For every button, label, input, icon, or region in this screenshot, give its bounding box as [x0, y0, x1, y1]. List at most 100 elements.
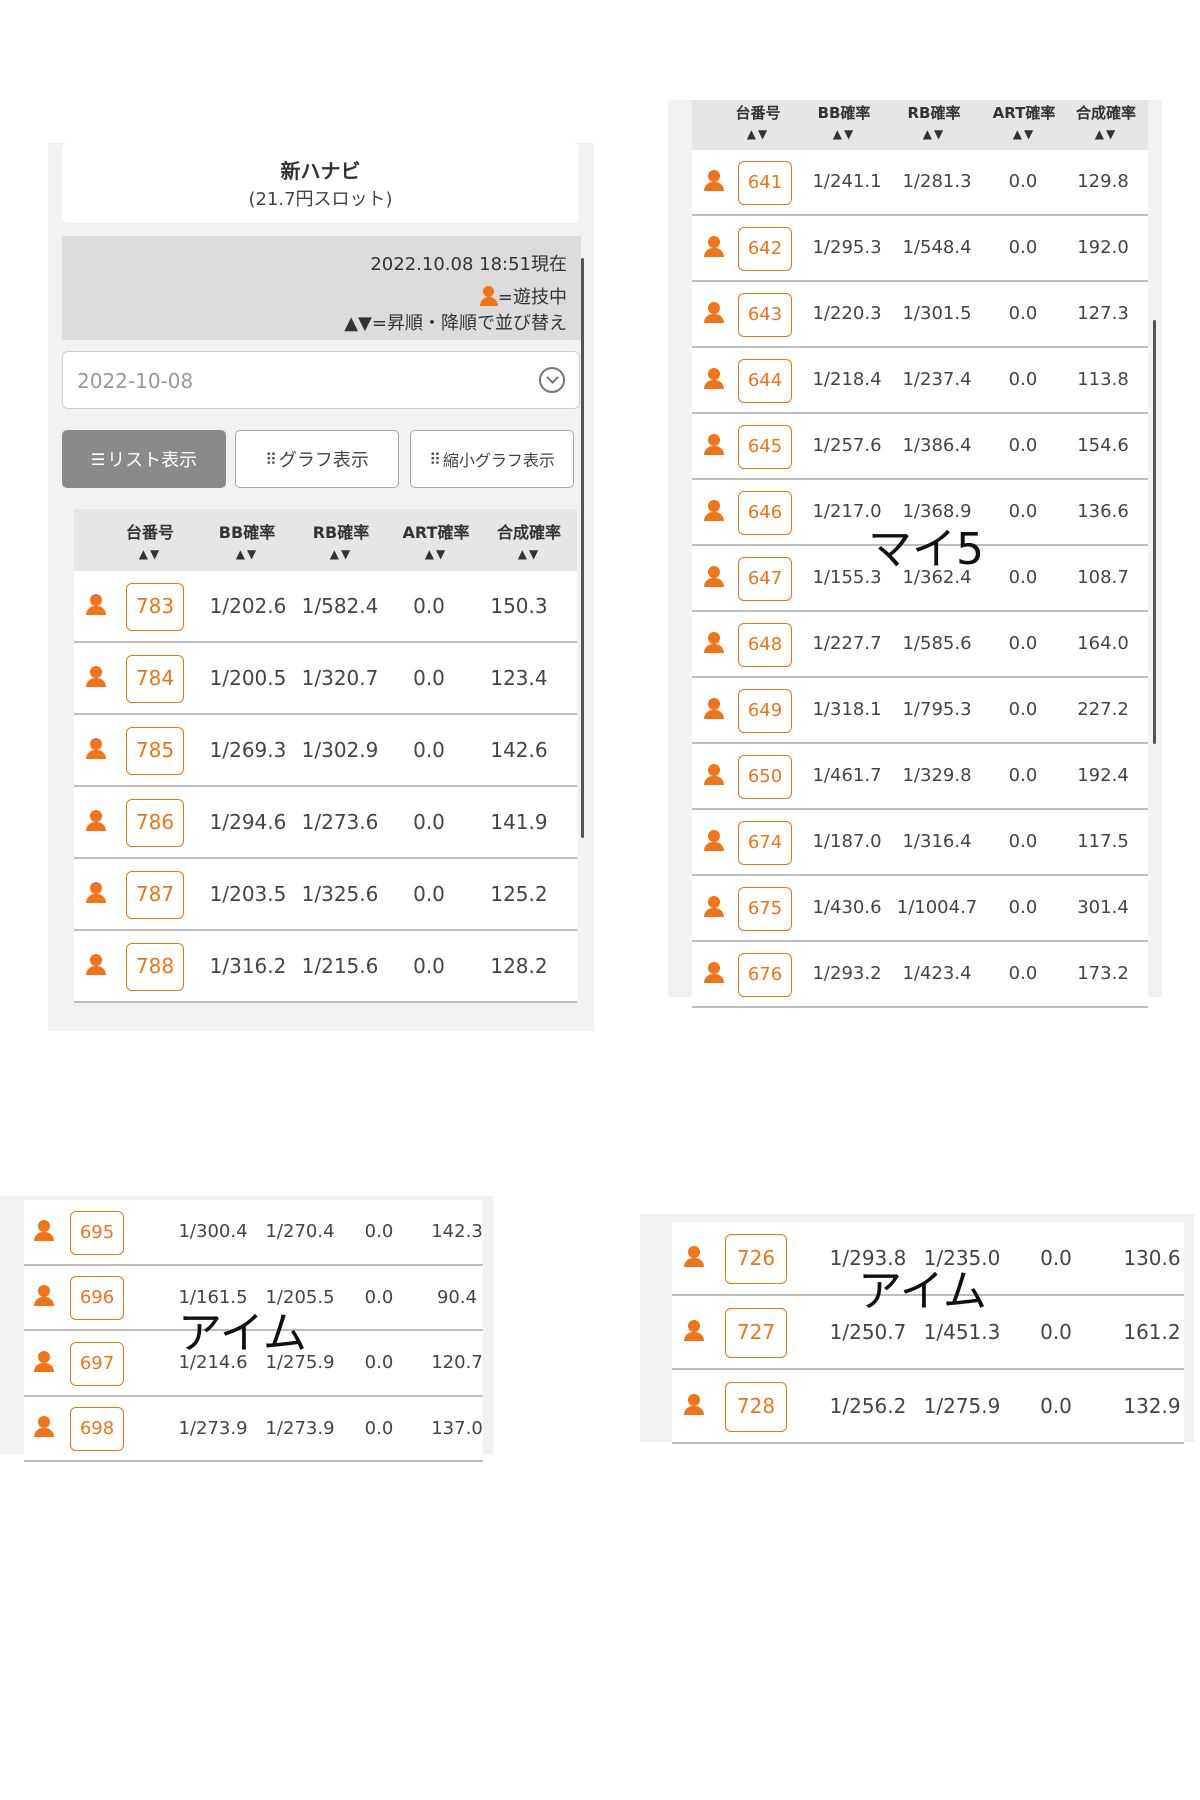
table-row[interactable]: 675 1/430.6 1/1004.7 0.0 301.4	[692, 876, 1148, 942]
person-icon	[86, 810, 106, 832]
machine-number-button[interactable]: 727	[725, 1308, 787, 1358]
machine-number-button[interactable]: 646	[738, 491, 792, 535]
machine-number-button[interactable]: 650	[738, 755, 792, 799]
rb-value: 1/281.3	[902, 171, 972, 193]
machine-number-button[interactable]: 697	[70, 1341, 124, 1386]
col-combined-header[interactable]: 合成確率 ▲▼	[484, 519, 574, 561]
bb-value: 1/241.1	[812, 171, 882, 193]
person-icon	[704, 566, 724, 588]
art-value: 0.0	[1008, 369, 1038, 391]
combined-value: 161.2	[1123, 1320, 1181, 1344]
table-row[interactable]: 644 1/218.4 1/237.4 0.0 113.8	[692, 348, 1148, 414]
machine-number-button[interactable]: 649	[738, 689, 792, 733]
col-rb-header[interactable]: RB確率 ▲▼	[296, 519, 386, 561]
machine-number-button[interactable]: 648	[738, 623, 792, 667]
bb-value: 1/269.3	[209, 738, 287, 762]
title-card: 新ハナビ (21.7円スロット)	[62, 143, 579, 223]
table-row[interactable]: 698 1/273.9 1/273.9 0.0 137.0	[24, 1396, 483, 1462]
machine-number-button[interactable]: 783	[126, 583, 184, 631]
combined-value: 132.9	[1123, 1394, 1181, 1418]
machine-number-button[interactable]: 786	[126, 799, 184, 847]
machine-number-button[interactable]: 642	[738, 227, 792, 271]
person-icon	[704, 962, 724, 984]
machine-number-button[interactable]: 784	[126, 655, 184, 703]
art-value: 0.0	[1008, 765, 1038, 787]
table-row[interactable]: 650 1/461.7 1/329.8 0.0 192.4	[692, 744, 1148, 810]
art-value: 0.0	[1008, 897, 1038, 919]
table-row[interactable]: 645 1/257.6 1/386.4 0.0 154.6	[692, 414, 1148, 480]
combined-value: 125.2	[490, 882, 548, 906]
machine-number-button[interactable]: 674	[738, 821, 792, 865]
table-row[interactable]: 642 1/295.3 1/548.4 0.0 192.0	[692, 216, 1148, 282]
machine-number-button[interactable]: 676	[738, 953, 792, 997]
table-row[interactable]: 641 1/241.1 1/281.3 0.0 129.8	[692, 150, 1148, 216]
table-row[interactable]: 674 1/187.0 1/316.4 0.0 117.5	[692, 810, 1148, 876]
col-bb-header[interactable]: BB確率 ▲▼	[202, 519, 292, 561]
date-select[interactable]: 2022-10-08	[62, 351, 580, 409]
machine-number-button[interactable]: 644	[738, 359, 792, 403]
machine-number-button[interactable]: 643	[738, 293, 792, 337]
machine-number-button[interactable]: 698	[70, 1407, 124, 1452]
bb-value: 1/461.7	[812, 765, 882, 787]
art-value: 0.0	[364, 1221, 394, 1243]
machine-number-button[interactable]: 675	[738, 887, 792, 931]
legend-sort: ▲▼=昇順・降順で並び替え	[344, 313, 567, 334]
table-row[interactable]: 676 1/293.2 1/423.4 0.0 173.2	[692, 942, 1148, 1008]
person-icon	[684, 1246, 704, 1268]
table-b-header: 台番号 ▲▼ BB確率 ▲▼ RB確率 ▲▼ ART確率 ▲▼ 合成確率 ▲▼	[692, 100, 1148, 150]
list-view-button[interactable]: ☰ リスト表示	[62, 430, 226, 488]
scrollbar[interactable]	[581, 258, 584, 838]
person-icon	[704, 434, 724, 456]
col-art-header[interactable]: ART確率 ▲▼	[984, 102, 1064, 141]
art-value: 0.0	[413, 666, 445, 690]
machine-number-button[interactable]: 645	[738, 425, 792, 469]
table-row[interactable]: 787 1/203.5 1/325.6 0.0 125.2	[74, 859, 577, 931]
scrollbar[interactable]	[1153, 320, 1156, 744]
machine-number-button[interactable]: 641	[738, 161, 792, 205]
bb-value: 1/202.6	[209, 594, 287, 618]
col-machine-header[interactable]: 台番号 ▲▼	[110, 519, 190, 561]
table-row[interactable]: 784 1/200.5 1/320.7 0.0 123.4	[74, 643, 577, 715]
col-bb-header[interactable]: BB確率 ▲▼	[806, 102, 882, 141]
person-icon	[479, 286, 498, 306]
combined-value: 128.2	[490, 954, 548, 978]
rb-value: 1/548.4	[902, 237, 972, 259]
machine-number-button[interactable]: 647	[738, 557, 792, 601]
combined-value: 108.7	[1077, 567, 1129, 589]
bb-value: 1/318.1	[812, 699, 882, 721]
table-row[interactable]: 785 1/269.3 1/302.9 0.0 142.6	[74, 715, 577, 787]
graph-view-button[interactable]: ⠿ グラフ表示	[235, 430, 399, 488]
table-row[interactable]: 788 1/316.2 1/215.6 0.0 128.2	[74, 931, 577, 1003]
combined-value: 129.8	[1077, 171, 1129, 193]
machine-number-button[interactable]: 785	[126, 727, 184, 775]
combined-value: 142.3	[431, 1221, 483, 1243]
col-art-header[interactable]: ART確率 ▲▼	[388, 519, 484, 561]
rb-value: 1/273.6	[301, 810, 379, 834]
table-row[interactable]: 783 1/202.6 1/582.4 0.0 150.3	[74, 571, 577, 643]
art-value: 0.0	[413, 738, 445, 762]
person-icon	[704, 830, 724, 852]
art-value: 0.0	[413, 882, 445, 906]
table-row[interactable]: 728 1/256.2 1/275.9 0.0 132.9	[672, 1370, 1184, 1444]
machine-number-button[interactable]: 726	[725, 1234, 787, 1284]
machine-number-button[interactable]: 695	[70, 1210, 124, 1255]
art-value: 0.0	[1040, 1394, 1072, 1418]
art-value: 0.0	[1008, 699, 1038, 721]
machine-number-button[interactable]: 787	[126, 871, 184, 919]
combined-value: 150.3	[490, 594, 548, 618]
machine-number-button[interactable]: 696	[70, 1276, 124, 1321]
col-combined-header[interactable]: 合成確率 ▲▼	[1066, 102, 1146, 141]
col-machine-header[interactable]: 台番号 ▲▼	[730, 102, 786, 141]
info-box: 2022.10.08 18:51現在 =遊技中 ▲▼=昇順・降順で並び替え	[62, 236, 581, 340]
table-row[interactable]: 695 1/300.4 1/270.4 0.0 142.3	[24, 1200, 483, 1266]
table-row[interactable]: 643 1/220.3 1/301.5 0.0 127.3	[692, 282, 1148, 348]
art-value: 0.0	[1008, 831, 1038, 853]
bb-value: 1/273.9	[178, 1417, 248, 1439]
table-row[interactable]: 649 1/318.1 1/795.3 0.0 227.2	[692, 678, 1148, 744]
table-row[interactable]: 648 1/227.7 1/585.6 0.0 164.0	[692, 612, 1148, 678]
mini-graph-view-button[interactable]: ⠿ 縮小グラフ表示	[410, 430, 574, 488]
machine-number-button[interactable]: 728	[725, 1382, 787, 1432]
col-rb-header[interactable]: RB確率 ▲▼	[896, 102, 972, 141]
table-row[interactable]: 786 1/294.6 1/273.6 0.0 141.9	[74, 787, 577, 859]
machine-number-button[interactable]: 788	[126, 943, 184, 991]
